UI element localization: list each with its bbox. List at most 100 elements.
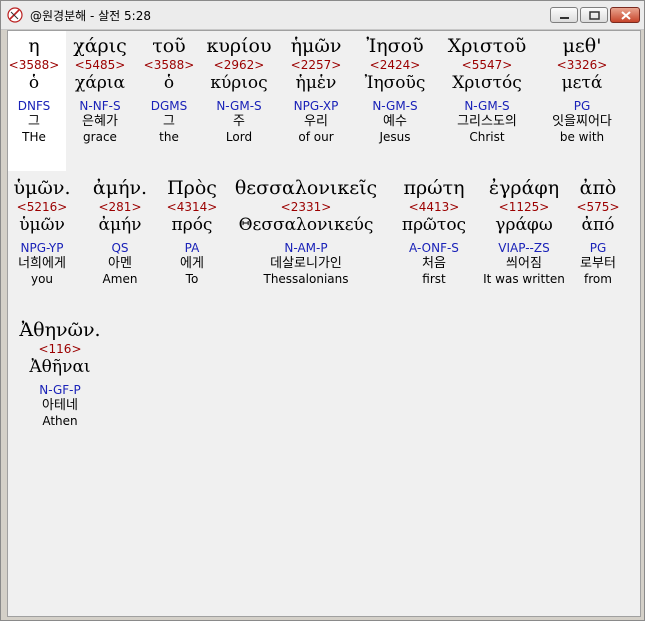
lemma: Ἀθῆναι xyxy=(29,357,91,377)
lemma: πρός xyxy=(171,215,213,235)
lemma: Ἰησοῦς xyxy=(364,73,426,93)
parsing-code: N-GF-P xyxy=(39,383,81,397)
parsing-code: DNFS xyxy=(17,99,51,113)
word-column[interactable]: τοῦ <3588> ὁ DGMS 그 the xyxy=(142,34,196,145)
strong-number: <1125> xyxy=(498,200,550,214)
strong-number: <281> xyxy=(98,200,142,214)
greek-word: κυρίου xyxy=(206,35,272,57)
parsing-code: DGMS xyxy=(150,99,188,113)
english-gloss: THe xyxy=(22,130,46,144)
english-gloss: grace xyxy=(83,130,117,144)
strong-number: <3588> xyxy=(143,58,195,72)
greek-word: ἐγράφη xyxy=(488,177,560,199)
lemma: ὁ xyxy=(163,73,175,93)
parsing-code: NPG-YP xyxy=(20,241,64,255)
close-icon xyxy=(621,11,631,20)
parsing-code: N-GM-S xyxy=(216,99,262,113)
strong-number: <5485> xyxy=(74,58,126,72)
korean-gloss: 데살로니가인 xyxy=(270,256,342,271)
english-gloss: Athen xyxy=(42,414,78,428)
window-title: @원경분해 - 살전 5:28 xyxy=(30,9,151,23)
minimize-icon xyxy=(560,17,569,19)
word-column[interactable]: μεθ' <3326> μετά PG 잇을찌어다 be with xyxy=(542,34,622,145)
lemma: κύριος xyxy=(210,73,268,93)
word-column[interactable]: ἀμήν. <281> ἀμήν QS 아멘 Amen xyxy=(86,176,154,287)
greek-word: η xyxy=(28,35,40,57)
korean-gloss: 아테네 xyxy=(42,398,78,413)
greek-word: μεθ' xyxy=(562,35,602,57)
lemma: ὁ xyxy=(28,73,40,93)
strong-number: <2331> xyxy=(280,200,332,214)
greek-word: Πρὸς xyxy=(167,177,217,199)
greek-word: ὑμῶν. xyxy=(13,177,71,199)
word-column[interactable]: Ἰησοῦ <2424> Ἰησοῦς N-GM-S 예수 Jesus xyxy=(358,34,432,145)
close-button[interactable] xyxy=(610,7,640,23)
korean-gloss: 로부터 xyxy=(580,256,616,271)
greek-word: ἀμήν. xyxy=(92,177,148,199)
word-column[interactable]: Χριστοῦ <5547> Χριστός N-GM-S 그리스도의 Chri… xyxy=(442,34,532,145)
english-gloss: you xyxy=(30,272,54,286)
maximize-button[interactable] xyxy=(580,7,608,23)
lemma: χάρια xyxy=(75,73,125,93)
word-column[interactable]: χάρις <5485> χάρια N-NF-S 은혜가 grace xyxy=(65,34,135,145)
minimize-button[interactable] xyxy=(550,7,578,23)
greek-word: πρώτη xyxy=(403,177,465,199)
korean-gloss: 처음 xyxy=(422,256,446,271)
word-column[interactable]: Ἀθηνῶν. <116> Ἀθῆναι N-GF-P 아테네 Athen xyxy=(12,318,108,429)
strong-number: <2962> xyxy=(213,58,265,72)
lemma: ὑμῶν xyxy=(19,215,65,235)
english-gloss: Lord xyxy=(225,130,253,144)
korean-gloss: 에게 xyxy=(180,256,204,271)
maximize-icon xyxy=(589,11,600,20)
word-column[interactable]: ἡμῶν <2257> ἡμἑν NPG-XP 우리 of our xyxy=(282,34,350,145)
english-gloss: Jesus xyxy=(379,130,411,144)
korean-gloss: 잇을찌어다 xyxy=(552,114,612,129)
lemma: ἀμήν xyxy=(98,215,142,235)
greek-word: ἀπὸ xyxy=(579,177,617,199)
korean-gloss: 너희에게 xyxy=(18,256,66,271)
english-gloss: first xyxy=(422,272,446,286)
lemma: ἡμἑν xyxy=(295,73,337,93)
interlinear-panel[interactable]: η <3588> ὁ DNFS 그 THe χάρις <5485> χάρια… xyxy=(7,30,641,617)
strong-number: <575> xyxy=(576,200,620,214)
greek-word: ἡμῶν xyxy=(290,35,342,57)
parsing-code: A-ONF-S xyxy=(409,241,459,255)
lemma: Θεσσαλονικεύς xyxy=(238,215,374,235)
strong-number: <4314> xyxy=(166,200,218,214)
korean-gloss: 예수 xyxy=(383,114,407,129)
parsing-code: N-GM-S xyxy=(464,99,510,113)
greek-word: Ἀθηνῶν. xyxy=(19,319,101,341)
word-column[interactable]: κυρίου <2962> κύριος N-GM-S 주 Lord xyxy=(203,34,275,145)
word-column[interactable]: ἀπὸ <575> ἀπό PG 로부터 from xyxy=(570,176,626,287)
lemma: γράφω xyxy=(495,215,553,235)
parsing-code: PG xyxy=(589,241,607,255)
english-gloss: the xyxy=(159,130,179,144)
lemma: ἀπό xyxy=(581,215,615,235)
strong-number: <5547> xyxy=(461,58,513,72)
greek-word: θεσσαλονικεῖς xyxy=(234,177,378,199)
english-gloss: from xyxy=(584,272,612,286)
word-column[interactable]: η <3588> ὁ DNFS 그 THe xyxy=(8,34,60,145)
parsing-code: PA xyxy=(184,241,200,255)
title-bar[interactable]: @원경분해 - 살전 5:28 xyxy=(1,1,644,30)
korean-gloss: 그 xyxy=(163,114,175,129)
word-column[interactable]: θεσσαλονικεῖς <2331> Θεσσαλονικεύς N-AM-… xyxy=(231,176,381,287)
parsing-code: PG xyxy=(573,99,591,113)
strong-number: <5216> xyxy=(16,200,68,214)
strong-number: <3326> xyxy=(556,58,608,72)
parsing-code: VIAP--ZS xyxy=(498,241,550,255)
korean-gloss: 그리스도의 xyxy=(457,114,517,129)
english-gloss: It was written xyxy=(483,272,565,286)
word-column[interactable]: ἐγράφη <1125> γράφω VIAP--ZS 씌어짐 It was … xyxy=(480,176,568,287)
english-gloss: To xyxy=(185,272,199,286)
word-column[interactable]: Πρὸς <4314> πρός PA 에게 To xyxy=(162,176,222,287)
parsing-code: N-NF-S xyxy=(79,99,121,113)
word-column[interactable]: ὑμῶν. <5216> ὑμῶν NPG-YP 너희에게 you xyxy=(10,176,74,287)
korean-gloss: 은혜가 xyxy=(82,114,118,129)
korean-gloss: 우리 xyxy=(304,114,328,129)
parsing-code: NPG-XP xyxy=(293,99,339,113)
word-column[interactable]: πρώτη <4413> πρῶτος A-ONF-S 처음 first xyxy=(392,176,476,287)
korean-gloss: 주 xyxy=(233,114,245,129)
korean-gloss: 아멘 xyxy=(108,256,132,271)
lemma: Χριστός xyxy=(452,73,522,93)
